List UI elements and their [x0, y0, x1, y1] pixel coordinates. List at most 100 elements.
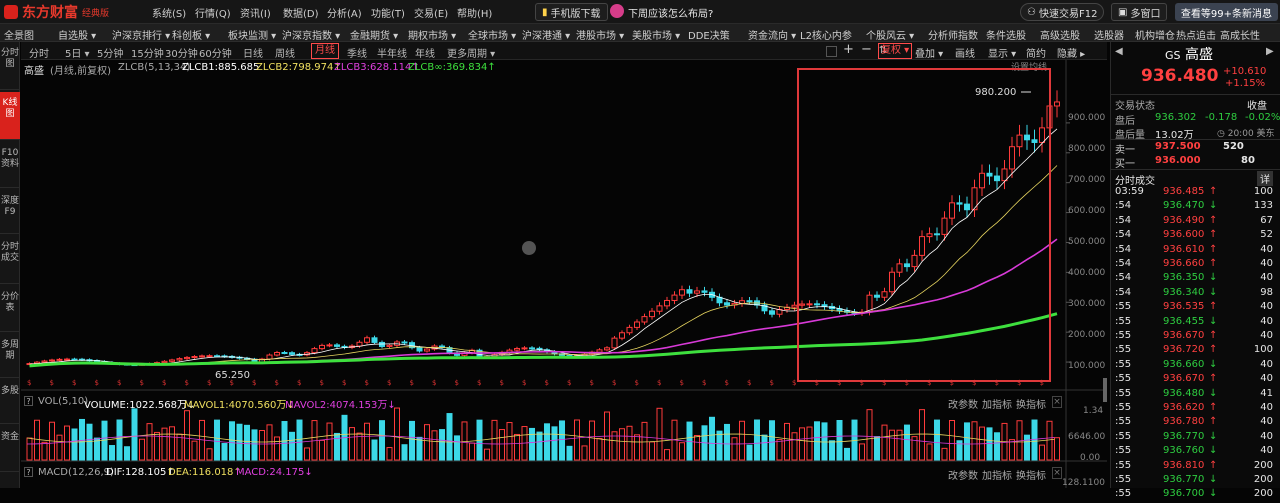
side-tab-3[interactable]: 深度F9 — [0, 190, 20, 234]
tick-price: 936.600 — [1163, 229, 1205, 241]
tick-price: 936.490 — [1163, 214, 1205, 226]
macd-params[interactable]: MACD(12,26,9) — [38, 467, 114, 478]
period-tab-10[interactable]: 半年线 — [377, 45, 407, 60]
window-icon[interactable] — [826, 46, 837, 57]
macd-add-indicator[interactable]: 加指标 — [982, 467, 1012, 482]
nav-item-7[interactable]: 期权市场 ▾ — [408, 27, 456, 42]
side-tab-0[interactable]: 分时图 — [0, 42, 20, 90]
menu-help[interactable]: 帮助(H) — [457, 5, 492, 20]
quick-trade-button[interactable]: ⚇ 快速交易F12 — [1020, 3, 1105, 21]
nav-item-20[interactable]: 机构增仓 — [1135, 27, 1175, 42]
nav-item-22[interactable]: 高成长性 — [1220, 27, 1260, 42]
candle — [199, 354, 205, 358]
cursor-blob — [522, 241, 536, 255]
nav-item-9[interactable]: 沪深港通 ▾ — [522, 27, 570, 42]
event-marker: $ — [702, 379, 706, 387]
nav-item-19[interactable]: 选股器 — [1094, 27, 1124, 42]
period-tab-3[interactable]: 15分钟 — [131, 45, 164, 60]
help-icon[interactable]: ? — [24, 396, 33, 406]
nav-item-15[interactable]: 个股风云 ▾ — [866, 27, 914, 42]
macd-help-icon[interactable]: ? — [24, 467, 33, 477]
ticks-detail-button[interactable]: 详 — [1257, 171, 1273, 186]
period-tab-9[interactable]: 季线 — [347, 45, 367, 60]
menu-trade[interactable]: 交易(E) — [414, 5, 448, 20]
tick-volume: 52 — [1260, 229, 1273, 241]
overlay-select[interactable]: 叠加 ▾ — [915, 45, 943, 60]
macd-close-icon[interactable]: × — [1052, 467, 1062, 479]
side-tab-4[interactable]: 分时成交 — [0, 236, 20, 284]
side-tab-6[interactable]: 多周期 — [0, 334, 20, 378]
side-tab-2[interactable]: F10资料 — [0, 142, 20, 188]
nav-item-3[interactable]: 科创板 ▾ — [172, 27, 210, 42]
nav-item-8[interactable]: 全球市场 ▾ — [468, 27, 516, 42]
vol-params[interactable]: VOL(5,10) — [38, 396, 88, 407]
vol-switch-indicator[interactable]: 换指标 — [1016, 396, 1046, 411]
zlcb-params[interactable]: ZLCB(5,13,34) — [118, 62, 190, 73]
nav-item-1[interactable]: 自选股 ▾ — [58, 27, 96, 42]
nav-item-10[interactable]: 港股市场 ▾ — [576, 27, 624, 42]
draw-line-button[interactable]: 画线 — [955, 45, 975, 60]
period-tab-2[interactable]: 5分钟 — [97, 45, 123, 60]
candle — [739, 297, 745, 307]
menu-info[interactable]: 资讯(I) — [240, 5, 271, 20]
period-tab-11[interactable]: 年线 — [415, 45, 435, 60]
period-tab-7[interactable]: 周线 — [275, 45, 295, 60]
nav-item-21[interactable]: 热点追击 — [1176, 27, 1216, 42]
nav-item-13[interactable]: 资金流向 ▾ — [748, 27, 796, 42]
mobile-download-button[interactable]: ▮ 手机版下载 — [535, 3, 608, 21]
nav-item-17[interactable]: 条件选股 — [986, 27, 1026, 42]
period-tab-12[interactable]: 更多周期 ▾ — [447, 45, 495, 60]
question-link[interactable]: 下周应该怎么布局? — [628, 5, 713, 20]
nav-item-16[interactable]: 分析师指数 — [928, 27, 978, 42]
period-tab-5[interactable]: 60分钟 — [199, 45, 232, 60]
volume-bar — [79, 418, 85, 461]
nav-item-12[interactable]: DDE决策 — [688, 27, 730, 42]
news-button[interactable]: 查看等99+条新消息 — [1174, 3, 1278, 21]
zoom-out-icon[interactable]: − — [861, 42, 872, 57]
menu-function[interactable]: 功能(T) — [371, 5, 405, 20]
simple-button[interactable]: 简约 — [1026, 45, 1046, 60]
candle — [611, 335, 618, 350]
period-tab-4[interactable]: 30分钟 — [165, 45, 198, 60]
nav-item-5[interactable]: 沪深京指数 ▾ — [282, 27, 340, 42]
display-select[interactable]: 显示 ▾ — [988, 45, 1016, 60]
next-stock-icon[interactable]: ▶ — [1266, 46, 1274, 57]
menu-data[interactable]: 数据(D) — [283, 5, 319, 20]
period-tab-1[interactable]: 5日 ▾ — [65, 45, 90, 60]
menu-analysis[interactable]: 分析(A) — [327, 5, 362, 20]
period-tab-0[interactable]: 分时 — [29, 45, 49, 60]
macd-edit-params[interactable]: 改参数 — [948, 467, 978, 482]
volume-bar — [446, 413, 453, 461]
prev-stock-icon[interactable]: ◀ — [1115, 46, 1123, 57]
candle — [769, 307, 775, 318]
period-tab-6[interactable]: 日线 — [243, 45, 263, 60]
zoom-in-icon[interactable]: + — [843, 42, 854, 57]
nav-item-2[interactable]: 沪深京排行 ▾ — [112, 27, 170, 42]
macd-switch-indicator[interactable]: 换指标 — [1016, 467, 1046, 482]
vol-add-indicator[interactable]: 加指标 — [982, 396, 1012, 411]
vol-edit-params[interactable]: 改参数 — [948, 396, 978, 411]
nav-item-18[interactable]: 高级选股 — [1040, 27, 1080, 42]
hide-button[interactable]: 隐藏 ▸ — [1057, 45, 1085, 60]
nav-item-11[interactable]: 美股市场 ▾ — [632, 27, 680, 42]
nav-item-0[interactable]: 全景图 — [4, 27, 34, 42]
multi-window-button[interactable]: ▣ 多窗口 — [1111, 3, 1168, 21]
side-tab-1[interactable]: K线图 — [0, 92, 20, 140]
period-tab-8[interactable]: 月线 — [311, 43, 339, 59]
menu-quote[interactable]: 行情(Q) — [195, 5, 231, 20]
tick-volume: 40 — [1260, 243, 1273, 255]
vol-close-icon[interactable]: × — [1052, 396, 1062, 408]
nav-item-6[interactable]: 金融期货 ▾ — [350, 27, 398, 42]
candle — [409, 340, 415, 350]
nav-item-4[interactable]: 板块监测 ▾ — [228, 27, 276, 42]
event-marker: $ — [432, 379, 436, 387]
side-tab-8[interactable]: 资金 — [0, 426, 20, 472]
volume-bar — [784, 422, 790, 461]
event-marker: $ — [140, 379, 144, 387]
side-tab-7[interactable]: 多股 — [0, 380, 20, 424]
volume-bar — [769, 420, 775, 461]
menu-system[interactable]: 系统(S) — [152, 5, 186, 20]
nav-item-14[interactable]: L2核心内参 — [800, 27, 852, 42]
side-tab-5[interactable]: 分价表 — [0, 286, 20, 332]
fuquan-select[interactable]: 复权 ▾ — [878, 43, 913, 59]
